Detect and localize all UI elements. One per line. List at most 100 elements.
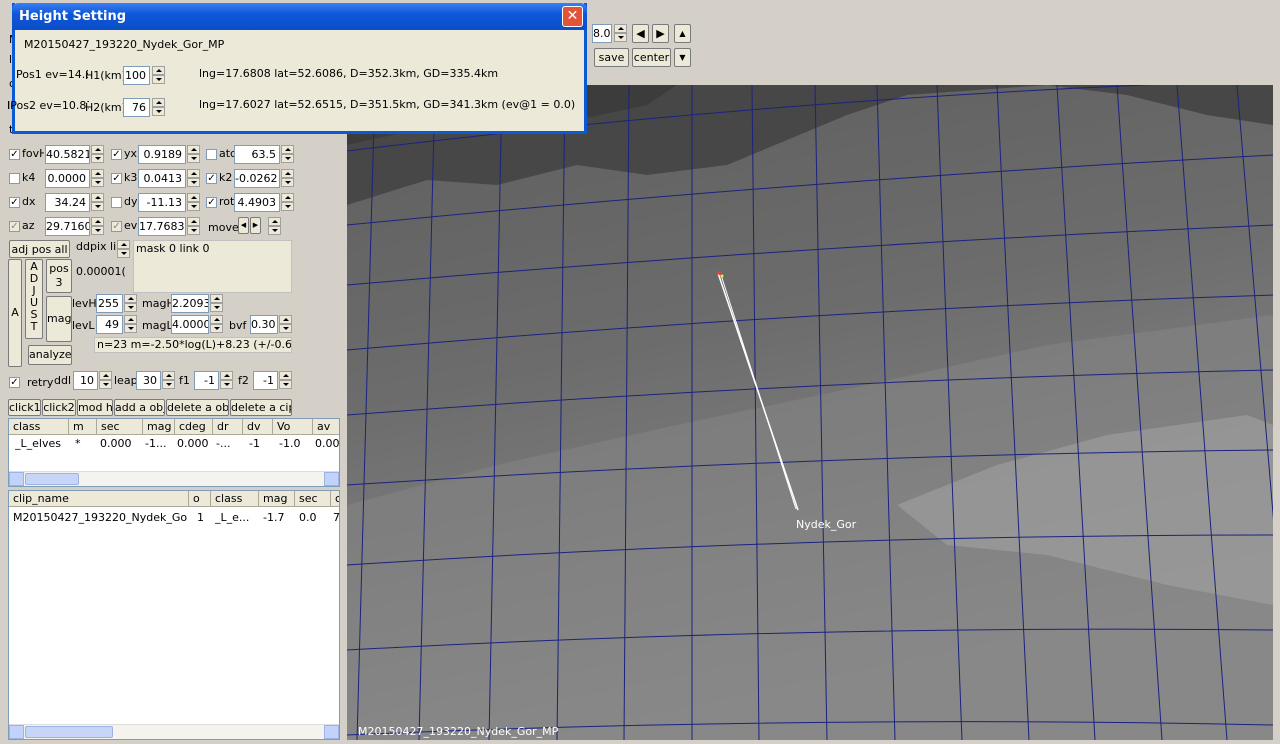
k2-spinner[interactable] <box>281 169 294 188</box>
col-vo[interactable]: Vo <box>273 419 313 435</box>
up-arrow-button[interactable]: ▲ <box>674 24 691 43</box>
close-icon[interactable]: ✕ <box>562 6 583 27</box>
az-spinner[interactable] <box>91 217 104 236</box>
f2-spinner[interactable] <box>279 371 292 390</box>
dy-checkbox[interactable] <box>111 197 122 208</box>
ev-spinner[interactable] <box>187 217 200 236</box>
zoom-input[interactable]: 8.0 <box>592 24 612 43</box>
ddl-input[interactable]: 10 <box>73 371 98 390</box>
dx-input[interactable]: 34.24 <box>45 193 90 212</box>
fovh-input[interactable]: 40.5821 <box>45 145 90 164</box>
clip-table-scrollbar[interactable] <box>9 724 339 739</box>
map-view[interactable]: Nydek_Gor M20150427_193220_Nydek_Gor_MP <box>347 85 1273 740</box>
fovh-spinner[interactable] <box>91 145 104 164</box>
yx-spinner[interactable] <box>187 145 200 164</box>
col-clip-name[interactable]: clip_name <box>9 491 189 507</box>
yx-input[interactable]: 0.9189 <box>138 145 186 164</box>
add-obj-button[interactable]: add a obj <box>114 399 165 416</box>
scroll-thumb[interactable] <box>25 473 79 485</box>
h1-input[interactable]: 100 <box>123 66 150 85</box>
k2-input[interactable]: -0.0262 <box>234 169 280 188</box>
levl-input[interactable]: 49 <box>96 315 123 334</box>
zoom-spinner[interactable] <box>614 24 627 43</box>
col-dv[interactable]: dv <box>243 419 273 435</box>
k4-spinner[interactable] <box>91 169 104 188</box>
dy-input[interactable]: -11.13 <box>138 193 186 212</box>
atc-spinner[interactable] <box>281 145 294 164</box>
magl-input[interactable]: 4.0000 <box>171 315 209 334</box>
down-arrow-button[interactable]: ▼ <box>674 48 691 67</box>
rot-spinner[interactable] <box>281 193 294 212</box>
bvf-input[interactable]: 0.30 <box>250 315 278 334</box>
a-button[interactable]: A <box>8 259 22 367</box>
k3-input[interactable]: 0.0413 <box>138 169 186 188</box>
fovh-checkbox[interactable]: ✓ <box>9 149 20 160</box>
rot-input[interactable]: 4.4903 <box>234 193 280 212</box>
f2-input[interactable]: -1 <box>253 371 278 390</box>
magh-input[interactable]: 2.2093 <box>171 294 209 313</box>
h1-spinner[interactable] <box>152 66 165 85</box>
move-spinner[interactable] <box>268 217 281 236</box>
h2-spinner[interactable] <box>152 98 165 117</box>
prev-arrow-button[interactable]: ◀ <box>632 24 649 43</box>
col-clip-sec[interactable]: sec <box>295 491 331 507</box>
scroll-thumb[interactable] <box>25 726 113 738</box>
leap-spinner[interactable] <box>162 371 175 390</box>
az-checkbox[interactable]: ✓ <box>9 221 20 232</box>
dx-checkbox[interactable]: ✓ <box>9 197 20 208</box>
delete-clip-button[interactable]: delete a cip <box>230 399 292 416</box>
dx-spinner[interactable] <box>91 193 104 212</box>
atc-checkbox[interactable] <box>206 149 217 160</box>
yx-checkbox[interactable]: ✓ <box>111 149 122 160</box>
col-o[interactable]: o <box>189 491 211 507</box>
magl-spinner[interactable] <box>210 315 223 334</box>
magh-spinner[interactable] <box>210 294 223 313</box>
scroll-left-icon[interactable] <box>9 472 24 486</box>
col-mag[interactable]: mag <box>143 419 175 435</box>
analyze-button[interactable]: analyze <box>28 345 72 365</box>
center-button[interactable]: center <box>632 48 671 67</box>
retry-checkbox[interactable]: ✓ <box>9 377 20 388</box>
scroll-right-icon[interactable] <box>324 725 339 739</box>
ev-checkbox[interactable]: ✓ <box>111 221 122 232</box>
scroll-right-icon[interactable] <box>324 472 339 486</box>
object-table[interactable]: class m sec mag cdeg dr dv Vo av _L_elve… <box>8 418 340 487</box>
levh-input[interactable]: 255 <box>96 294 123 313</box>
col-sec[interactable]: sec <box>97 419 143 435</box>
ddl-spinner[interactable] <box>99 371 112 390</box>
col-dr[interactable]: dr <box>213 419 243 435</box>
leap-input[interactable]: 30 <box>136 371 161 390</box>
scroll-left-icon[interactable] <box>9 725 24 739</box>
mod-h-button[interactable]: mod h <box>77 399 113 416</box>
f1-spinner[interactable] <box>220 371 233 390</box>
k3-checkbox[interactable]: ✓ <box>111 173 122 184</box>
col-clip-class[interactable]: class <box>211 491 259 507</box>
pos-button[interactable]: pos 3 <box>46 259 72 293</box>
ddpix-spinner[interactable] <box>117 240 130 259</box>
dialog-titlebar[interactable]: Height Setting ✕ <box>12 3 587 30</box>
col-cdeg[interactable]: cdeg <box>175 419 213 435</box>
f1-input[interactable]: -1 <box>194 371 219 390</box>
k4-input[interactable]: 0.0000 <box>45 169 90 188</box>
bvf-spinner[interactable] <box>279 315 292 334</box>
height-setting-dialog[interactable]: Height Setting ✕ M20150427_193220_Nydek_… <box>7 3 587 134</box>
k2-checkbox[interactable]: ✓ <box>206 173 217 184</box>
col-class[interactable]: class <box>9 419 69 435</box>
az-input[interactable]: 29.7160 <box>45 217 90 236</box>
adj-pos-all-button[interactable]: adj pos all <box>9 240 70 258</box>
col-clip-c[interactable]: c <box>331 491 339 507</box>
dy-spinner[interactable] <box>187 193 200 212</box>
move-right-button[interactable]: ▶ <box>250 217 261 234</box>
save-button[interactable]: save <box>594 48 629 67</box>
object-table-scrollbar[interactable] <box>9 471 339 486</box>
k4-checkbox[interactable] <box>9 173 20 184</box>
levl-spinner[interactable] <box>124 315 137 334</box>
delete-obj-button[interactable]: delete a obj <box>166 399 229 416</box>
col-m[interactable]: m <box>69 419 97 435</box>
levh-spinner[interactable] <box>124 294 137 313</box>
h2-input[interactable]: 76 <box>123 98 150 117</box>
next-arrow-button[interactable]: ▶ <box>652 24 669 43</box>
click1-button[interactable]: click1 <box>8 399 41 416</box>
click2-button[interactable]: click2 <box>42 399 76 416</box>
adjust-button[interactable]: A D J U S T <box>25 259 43 339</box>
